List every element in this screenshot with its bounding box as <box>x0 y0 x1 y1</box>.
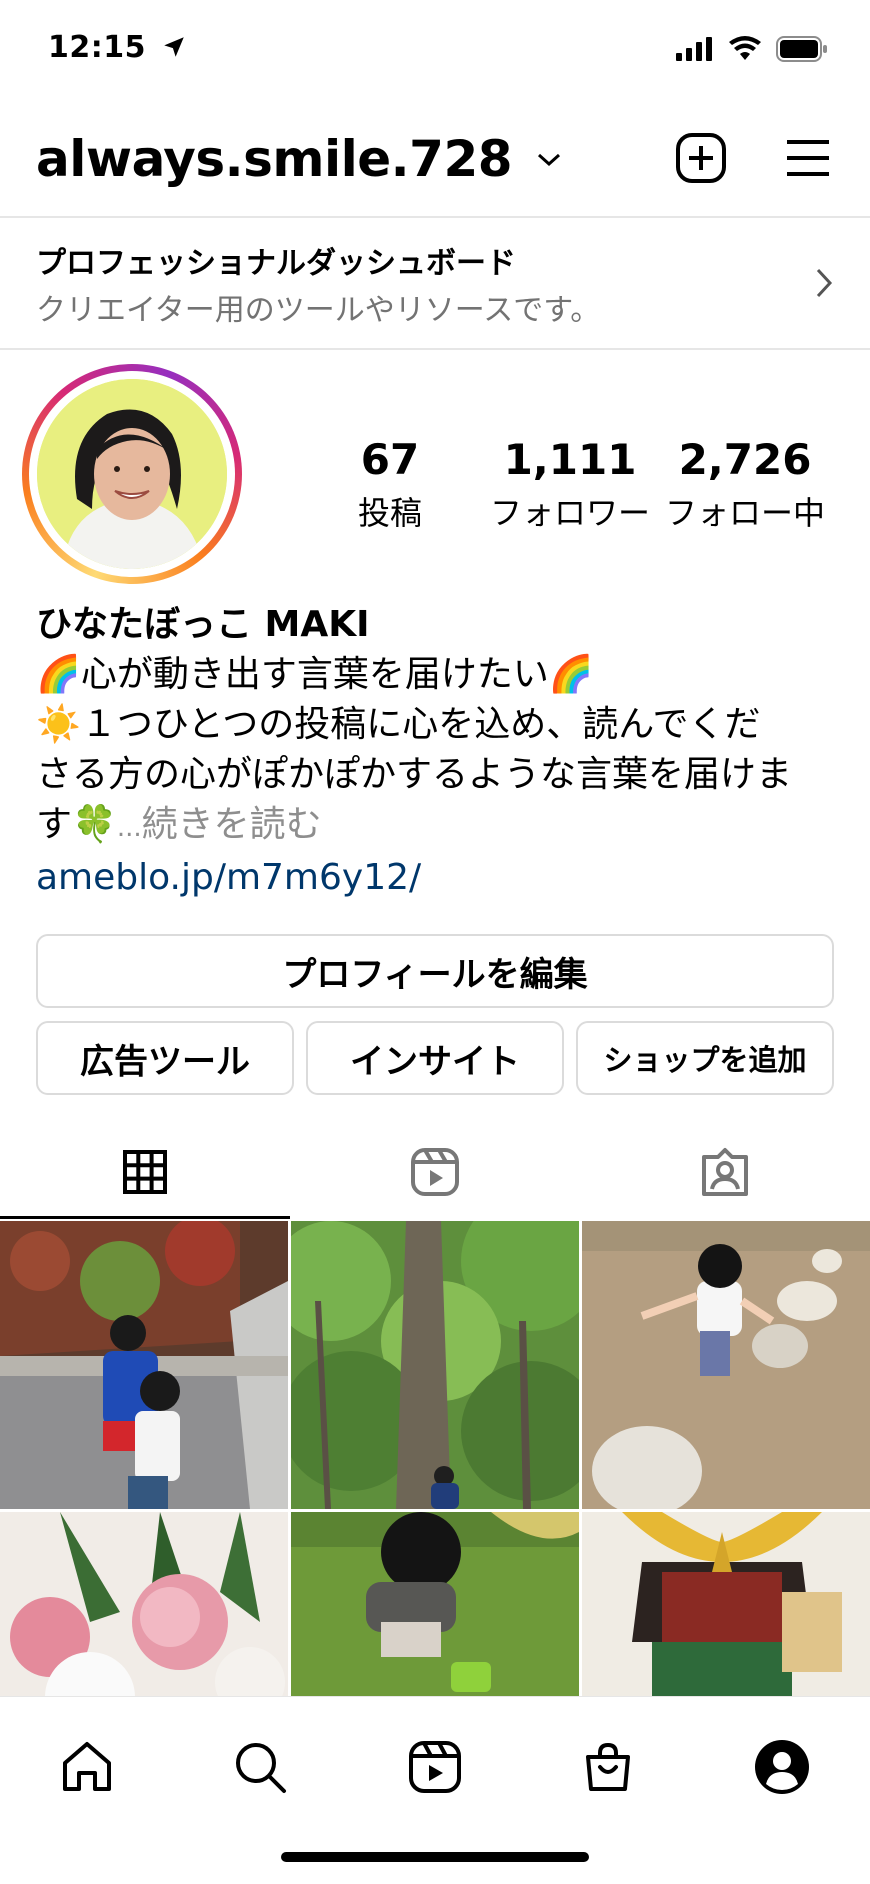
ad-tools-button[interactable]: 広告ツール <box>36 1021 294 1095</box>
location-arrow-icon <box>164 37 184 57</box>
dashboard-title: プロフェッショナルダッシュボード <box>36 246 516 281</box>
create-post-button[interactable] <box>671 128 731 188</box>
stat-label: 投稿 <box>357 494 422 532</box>
nav-home-button[interactable] <box>47 1727 127 1807</box>
bio-line: 🌈心が動き出す言葉を届けたい🌈 <box>36 650 836 700</box>
read-more-link[interactable]: 続きを読む <box>142 804 322 845</box>
profile-avatar[interactable] <box>22 364 242 584</box>
active-tab-indicator <box>0 1216 290 1219</box>
avatar-photo <box>37 379 227 569</box>
battery-icon <box>776 36 827 62</box>
edit-profile-button[interactable]: プロフィールを編集 <box>36 934 834 1008</box>
add-shop-button[interactable]: ショップを追加 <box>576 1021 834 1095</box>
insights-button[interactable]: インサイト <box>306 1021 564 1095</box>
home-icon <box>63 1742 111 1791</box>
professional-dashboard-row[interactable]: プロフェッショナルダッシュボード クリエイター用のツールやリソースです。 <box>0 218 870 348</box>
post-thumbnail[interactable] <box>0 1221 288 1509</box>
bio-line: す🍀...続きを読む <box>36 800 836 853</box>
divider <box>0 348 870 350</box>
following-count[interactable]: 2,726 フォロー中 <box>660 435 830 534</box>
plus-square-icon <box>676 133 726 183</box>
ellipsis: ... <box>116 813 142 843</box>
bio-line: ☀️１つひとつの投稿に心を込め、読んでくだ <box>36 700 836 750</box>
profile-bio: ひなたぼっこ MAKI 🌈心が動き出す言葉を届けたい🌈 ☀️１つひとつの投稿に心… <box>36 600 836 903</box>
nav-search-button[interactable] <box>220 1727 300 1807</box>
clover-emoji: 🍀 <box>72 804 117 845</box>
home-indicator <box>281 1852 589 1862</box>
post-thumbnail[interactable] <box>291 1221 579 1509</box>
rainbow-emoji: 🌈 <box>36 654 81 695</box>
tab-reels[interactable] <box>290 1127 580 1217</box>
account-switcher[interactable]: always.smile.728 <box>36 130 563 188</box>
post-thumbnail[interactable] <box>582 1512 870 1696</box>
menu-button[interactable] <box>778 128 838 188</box>
display-name: ひなたぼっこ MAKI <box>36 604 370 645</box>
shop-icon <box>586 1742 630 1791</box>
bio-line: さる方の心がぽかぽかするような言葉を届けま <box>36 754 793 795</box>
stat-value: 1,111 <box>503 435 637 484</box>
post-thumbnail[interactable] <box>582 1221 870 1509</box>
bio-text: す <box>36 804 73 845</box>
nav-reels-button[interactable] <box>395 1727 475 1807</box>
stat-label: フォロー中 <box>664 494 825 532</box>
posts-count[interactable]: 67 投稿 <box>340 435 440 534</box>
post-thumbnail[interactable] <box>291 1512 579 1696</box>
followers-count[interactable]: 1,111 フォロワー <box>485 435 655 534</box>
nav-shop-button[interactable] <box>568 1727 648 1807</box>
bio-text: 心が動き出す言葉を届けたい <box>80 654 549 695</box>
reels-icon <box>409 1741 461 1793</box>
chevron-right-icon <box>816 268 833 298</box>
grid-icon <box>123 1150 167 1194</box>
username-text: always.smile.728 <box>36 130 513 188</box>
stat-value: 2,726 <box>678 435 812 484</box>
profile-icon <box>755 1740 809 1794</box>
rainbow-emoji: 🌈 <box>548 654 594 695</box>
hamburger-menu-icon <box>787 140 829 176</box>
stat-label: フォロワー <box>489 494 650 532</box>
chevron-down-icon <box>537 153 560 167</box>
post-thumbnail[interactable] <box>0 1512 288 1696</box>
tab-posts-grid[interactable] <box>0 1127 290 1217</box>
stat-value: 67 <box>360 435 420 484</box>
dashboard-subtitle: クリエイター用のツールやリソースです。 <box>36 293 601 328</box>
status-time: 12:15 <box>48 30 187 65</box>
bio-text: １つひとつの投稿に心を込め、読んでくだ <box>80 704 761 745</box>
website-link[interactable]: ameblo.jp/m7m6y12/ <box>36 853 836 903</box>
status-icons <box>676 36 828 62</box>
sun-emoji: ☀️ <box>36 704 81 745</box>
time-text: 12:15 <box>48 30 146 65</box>
search-icon <box>236 1743 286 1793</box>
cellular-signal-icon <box>676 37 712 61</box>
reels-icon <box>411 1148 459 1196</box>
tagged-icon <box>702 1148 748 1196</box>
tab-tagged[interactable] <box>580 1127 870 1217</box>
wifi-icon <box>729 36 761 60</box>
posts-grid <box>0 1221 870 1696</box>
nav-profile-button[interactable] <box>742 1727 822 1807</box>
